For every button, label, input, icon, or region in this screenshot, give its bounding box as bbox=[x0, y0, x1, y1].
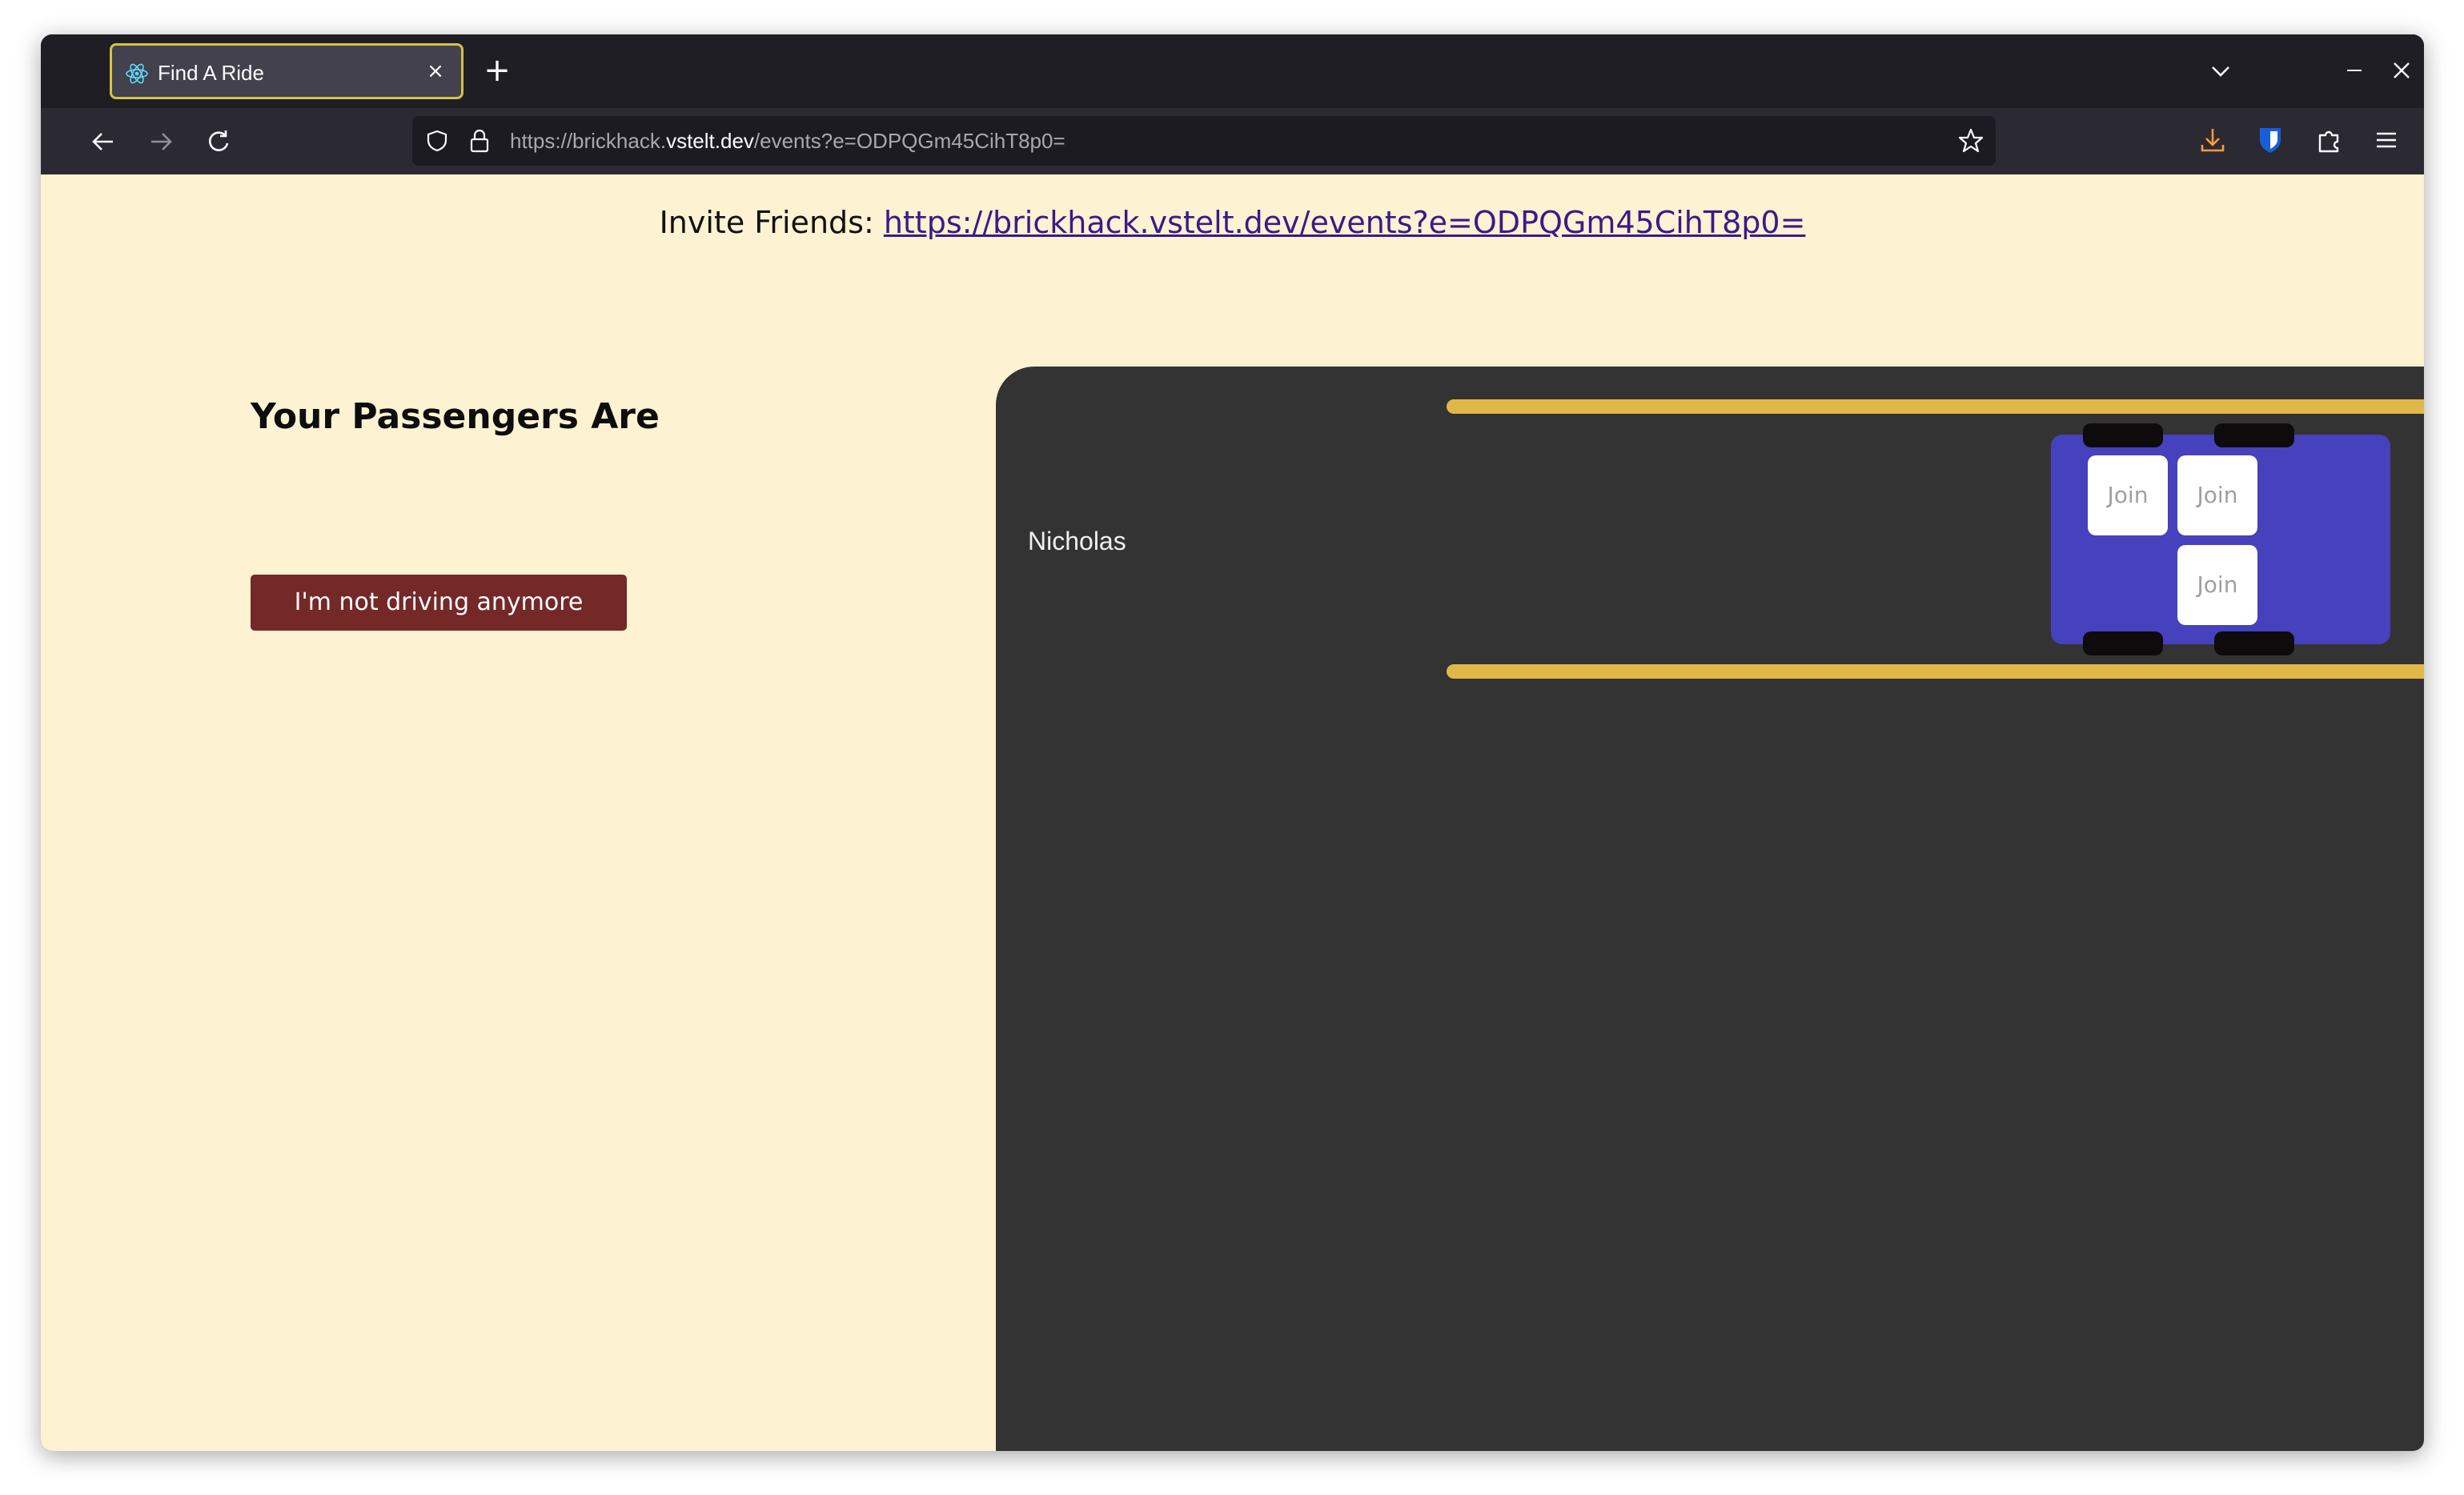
bookmark-star-icon[interactable] bbox=[1957, 127, 1984, 154]
lane-line-top bbox=[1447, 399, 2424, 414]
stop-driving-button[interactable]: I'm not driving anymore bbox=[251, 575, 627, 631]
join-seat-button[interactable]: Join bbox=[2177, 455, 2257, 535]
download-icon[interactable] bbox=[2197, 124, 2229, 156]
menu-hamburger-icon[interactable] bbox=[2370, 124, 2402, 156]
reload-icon[interactable] bbox=[201, 124, 236, 159]
tab-title: Find A Ride bbox=[158, 61, 264, 85]
url-prefix: https://brickhack. bbox=[510, 129, 667, 153]
url-path: /events?e=ODPQGm45CihT8p0= bbox=[753, 129, 1065, 153]
car: Join Join Join bbox=[2051, 423, 2390, 655]
tab-find-a-ride[interactable]: Find A Ride × bbox=[110, 43, 464, 99]
invite-label: Invite Friends: bbox=[659, 205, 884, 240]
invite-link[interactable]: https://brickhack.vstelt.dev/events?e=OD… bbox=[884, 205, 1806, 240]
chevron-down-icon[interactable] bbox=[2208, 58, 2233, 84]
navigation-bar: https://brickhack.vstelt.dev/events?e=OD… bbox=[41, 108, 2424, 174]
back-arrow-icon[interactable] bbox=[86, 124, 121, 159]
new-tab-button[interactable]: + bbox=[483, 54, 512, 86]
tab-close-icon[interactable]: × bbox=[424, 60, 447, 82]
url-domain: vstelt.dev bbox=[666, 129, 754, 153]
passengers-heading: Your Passengers Are bbox=[251, 396, 660, 437]
page-content: Invite Friends: https://brickhack.vstelt… bbox=[41, 174, 2424, 1451]
car-wheel bbox=[2214, 423, 2294, 447]
react-icon bbox=[126, 63, 148, 84]
car-wheel bbox=[2083, 423, 2163, 447]
invite-friends: Invite Friends: https://brickhack.vstelt… bbox=[41, 205, 2424, 240]
lock-icon[interactable] bbox=[468, 128, 491, 154]
car-wheel bbox=[2083, 631, 2163, 655]
browser-window: Find A Ride × + https://brickhack.vstelt… bbox=[41, 34, 2424, 1451]
lane-line-bottom bbox=[1447, 664, 2424, 679]
driver-name: Nicholas bbox=[1028, 527, 1126, 555]
extensions-puzzle-icon[interactable] bbox=[2313, 124, 2345, 156]
bitwarden-shield-icon[interactable] bbox=[2254, 124, 2286, 156]
url-text[interactable]: https://brickhack.vstelt.dev/events?e=OD… bbox=[510, 129, 1065, 154]
tab-strip: Find A Ride × + bbox=[41, 34, 2424, 108]
join-seat-button[interactable]: Join bbox=[2088, 455, 2168, 535]
address-bar[interactable]: https://brickhack.vstelt.dev/events?e=OD… bbox=[412, 116, 1996, 166]
window-close-icon[interactable] bbox=[2390, 58, 2414, 82]
car-wheel bbox=[2214, 631, 2294, 655]
minimize-icon[interactable] bbox=[2342, 58, 2366, 82]
shield-icon[interactable] bbox=[425, 129, 449, 153]
join-seat-button[interactable]: Join bbox=[2177, 545, 2257, 625]
forward-arrow-icon[interactable] bbox=[143, 124, 179, 159]
road-panel: Nicholas Join Join Join bbox=[996, 367, 2424, 1451]
